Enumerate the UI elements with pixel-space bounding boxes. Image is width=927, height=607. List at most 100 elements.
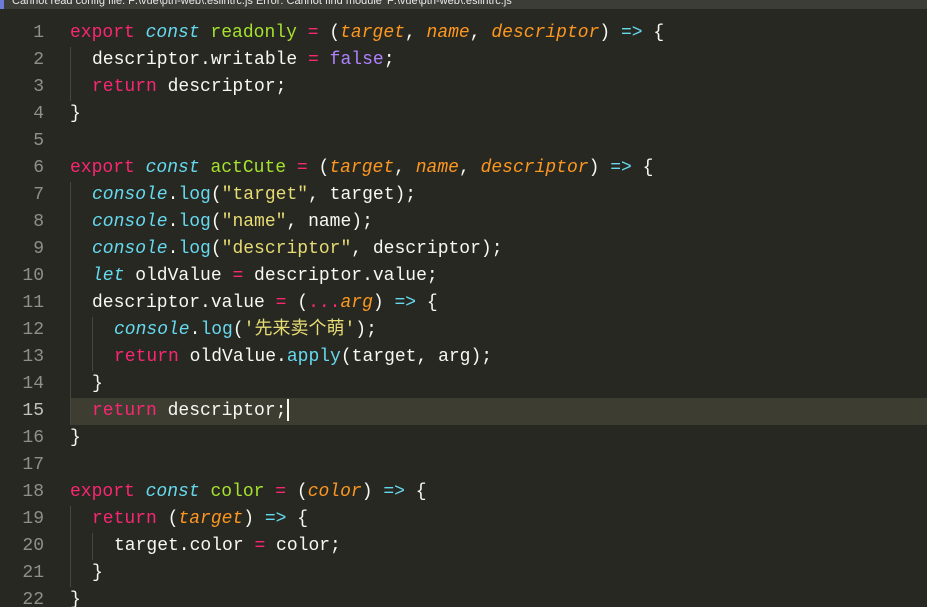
code-line[interactable]: 1 export const readonly = (target, name, … (0, 20, 927, 47)
code-token: ( (307, 158, 330, 178)
code-text[interactable]: } (70, 587, 81, 607)
code-area[interactable]: 1 export const readonly = (target, name, … (0, 20, 927, 607)
code-token: => (621, 23, 643, 43)
code-token: target (340, 23, 405, 43)
indent-guide (92, 317, 93, 344)
code-token: . (189, 320, 201, 340)
code-line[interactable]: 7 console.log("target", target); (0, 182, 927, 209)
code-text[interactable]: console.log("descriptor", descriptor); (92, 236, 503, 263)
code-token: log (200, 320, 233, 340)
code-token: = (275, 293, 287, 313)
code-line[interactable]: 10 let oldValue = descriptor.value; (0, 263, 927, 290)
line-number: 19 (22, 509, 44, 529)
code-line[interactable]: 4} (0, 101, 927, 128)
code-token: , descriptor); (351, 239, 503, 259)
code-line[interactable]: 20 target.color = color; (0, 533, 927, 560)
code-line[interactable]: 8 console.log("name", name); (0, 209, 927, 236)
code-token: ) (372, 293, 395, 313)
code-line[interactable]: 21} (0, 560, 927, 587)
code-token: } (92, 563, 103, 583)
code-text[interactable]: } (92, 371, 103, 398)
line-number: 7 (33, 185, 44, 205)
code-line[interactable]: 13 return oldValue.apply(target, arg); (0, 344, 927, 371)
text-cursor (287, 399, 290, 422)
indent-guide (70, 263, 71, 290)
code-token: color (307, 482, 362, 502)
code-token: = (307, 23, 319, 43)
code-text[interactable]: return descriptor; (92, 74, 286, 101)
code-token: = (232, 266, 244, 286)
code-token: (target, arg); (340, 347, 493, 367)
code-line[interactable]: 11 descriptor.value = (...arg) => { (0, 290, 927, 317)
code-token: log (178, 239, 211, 259)
code-text[interactable]: export const color = (color) => { (70, 479, 427, 506)
code-line[interactable]: 9 console.log("descriptor", descriptor); (0, 236, 927, 263)
code-token: oldValue. (178, 347, 287, 367)
code-token: ) (361, 482, 384, 502)
error-marker (0, 0, 4, 9)
code-text[interactable]: } (70, 425, 81, 452)
line-number: 14 (22, 374, 44, 394)
code-line[interactable]: 22} (0, 587, 927, 607)
code-token: . (167, 212, 179, 232)
code-token: = (254, 536, 266, 556)
code-text[interactable]: export const readonly = (target, name, d… (70, 20, 664, 47)
code-token: "name" (221, 212, 287, 232)
code-line[interactable]: 5 (0, 128, 927, 155)
code-token: return (92, 77, 157, 97)
code-token: ) (588, 158, 611, 178)
code-token: name (426, 23, 470, 43)
indent-guide (70, 533, 71, 560)
line-number: 1 (33, 23, 44, 43)
code-token: { (404, 482, 427, 502)
code-text[interactable]: descriptor.value = (...arg) => { (92, 290, 438, 317)
code-text[interactable]: return descriptor; (92, 398, 290, 425)
code-token: ( (286, 293, 309, 313)
code-line[interactable]: 16} (0, 425, 927, 452)
line-number: 3 (33, 77, 44, 97)
code-editor[interactable]: Cannot read config file: F:\vue\ptn-web\… (0, 0, 927, 607)
code-token: { (416, 293, 438, 313)
code-token: ) (599, 23, 621, 43)
code-text[interactable]: return oldValue.apply(target, arg); (114, 344, 492, 371)
code-line[interactable]: 2 descriptor.writable = false; (0, 47, 927, 74)
code-token: = (275, 482, 287, 502)
line-number: 10 (22, 266, 44, 286)
line-number: 9 (33, 239, 44, 259)
code-text[interactable]: export const actCute = (target, name, de… (70, 155, 653, 182)
code-token: export (70, 482, 135, 502)
code-text[interactable]: descriptor.writable = false; (92, 47, 395, 74)
indent-guide (70, 506, 71, 533)
code-text[interactable]: target.color = color; (114, 533, 341, 560)
code-line[interactable]: 19 return (target) => { (0, 506, 927, 533)
code-text[interactable]: return (target) => { (92, 506, 308, 533)
code-token: false (329, 50, 384, 70)
code-token: const (145, 158, 200, 178)
code-token: console (92, 239, 168, 259)
code-line[interactable]: 6 export const actCute = (target, name, d… (0, 155, 927, 182)
code-token: target (178, 509, 244, 529)
code-token: , target); (308, 185, 417, 205)
code-text[interactable]: console.log('先来卖个萌'); (114, 317, 377, 344)
code-line[interactable]: 15 return descriptor; (0, 398, 927, 425)
code-token: log (178, 185, 211, 205)
code-line[interactable]: 18 export const color = (color) => { (0, 479, 927, 506)
code-text[interactable]: } (70, 101, 81, 128)
code-line[interactable]: 14} (0, 371, 927, 398)
code-text[interactable]: } (92, 560, 103, 587)
line-number: 20 (22, 536, 44, 556)
code-token: } (70, 104, 81, 124)
code-token: ( (286, 482, 308, 502)
code-token: descriptor (480, 158, 589, 178)
code-text[interactable]: console.log("name", name); (92, 209, 373, 236)
code-line[interactable]: 17 (0, 452, 927, 479)
code-line[interactable]: 3 return descriptor; (0, 74, 927, 101)
code-line[interactable]: 12 console.log('先来卖个萌'); (0, 317, 927, 344)
code-text[interactable]: console.log("target", target); (92, 182, 416, 209)
code-text[interactable]: let oldValue = descriptor.value; (92, 263, 438, 290)
